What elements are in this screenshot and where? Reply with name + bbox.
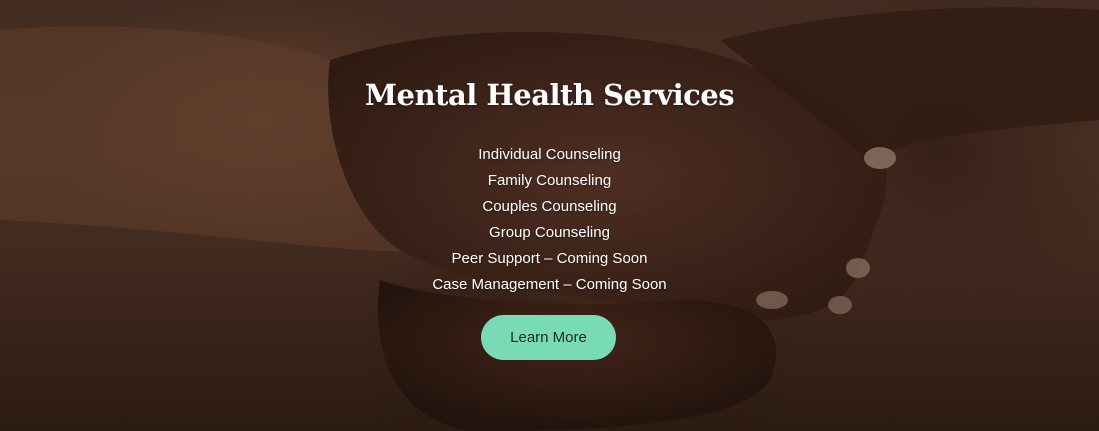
service-item-individual-counseling: Individual Counseling xyxy=(478,146,621,163)
service-item-peer-support: Peer Support – Coming Soon xyxy=(451,250,648,267)
learn-more-button[interactable]: Learn More xyxy=(481,315,616,360)
hero-section: Mental Health Services Individual Counse… xyxy=(0,0,1099,431)
service-item-couples-counseling: Couples Counseling xyxy=(482,198,617,215)
service-item-group-counseling: Group Counseling xyxy=(489,224,610,241)
services-list: Individual Counseling Family Counseling … xyxy=(0,142,1099,298)
service-item-case-management: Case Management – Coming Soon xyxy=(432,276,667,293)
page-title: Mental Health Services xyxy=(364,78,735,112)
service-item-family-counseling: Family Counseling xyxy=(487,172,612,189)
